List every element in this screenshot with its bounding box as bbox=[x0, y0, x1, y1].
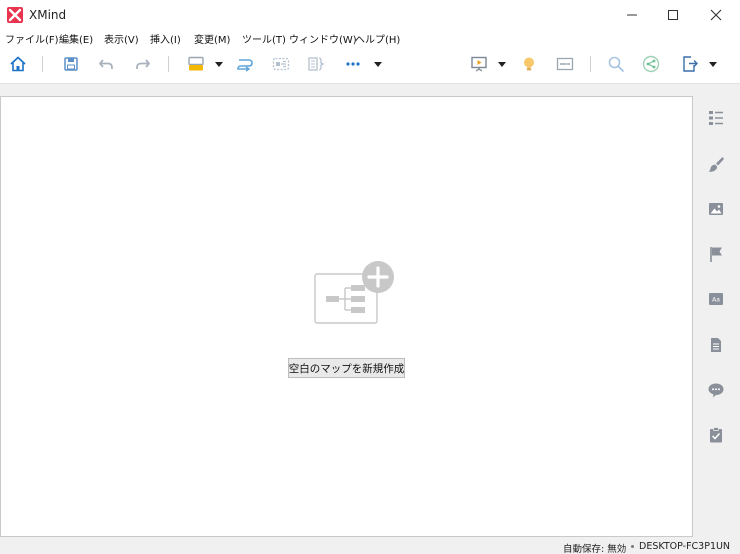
menu-help[interactable]: ヘルプ(H) bbox=[355, 31, 400, 46]
search-icon[interactable] bbox=[605, 53, 627, 75]
summary-icon[interactable] bbox=[305, 53, 327, 75]
menu-bar: ファイル(F) 編集(E) 表示(V) 挿入(I) 変更(M) ツール(T) ウ… bbox=[0, 30, 740, 46]
menu-file[interactable]: ファイル(F) bbox=[5, 31, 59, 46]
right-sidebar: Aa bbox=[694, 96, 740, 537]
xmind-logo-icon bbox=[7, 7, 23, 23]
export-dropdown-icon[interactable] bbox=[708, 58, 718, 70]
toolbar-separator bbox=[42, 56, 43, 72]
menu-edit[interactable]: 編集(E) bbox=[59, 31, 93, 46]
toolbar-separator bbox=[590, 56, 591, 72]
host-name: DESKTOP-FC3P1UN bbox=[639, 541, 731, 552]
toolbar bbox=[0, 46, 740, 84]
topic-style-dropdown-icon[interactable] bbox=[214, 58, 224, 70]
maximize-button[interactable] bbox=[652, 0, 694, 30]
marker-flag-icon[interactable] bbox=[705, 243, 727, 265]
status-bar: 自動保存: 無効 DESKTOP-FC3P1UN bbox=[0, 537, 740, 554]
close-button[interactable] bbox=[695, 0, 737, 30]
share-icon[interactable] bbox=[640, 53, 662, 75]
image-icon[interactable] bbox=[705, 198, 727, 220]
export-icon[interactable] bbox=[679, 53, 701, 75]
menu-view[interactable]: 表示(V) bbox=[104, 31, 139, 46]
home-icon[interactable] bbox=[7, 53, 29, 75]
boundary-icon[interactable] bbox=[270, 53, 292, 75]
relationship-icon[interactable] bbox=[234, 53, 256, 75]
minimize-button[interactable] bbox=[611, 0, 653, 30]
comments-icon[interactable] bbox=[705, 379, 727, 401]
undo-icon[interactable] bbox=[95, 53, 117, 75]
svg-text:Aa: Aa bbox=[712, 297, 720, 304]
notes-icon[interactable] bbox=[705, 334, 727, 356]
autosave-status[interactable]: 自動保存: 無効 bbox=[563, 541, 626, 554]
new-blank-map-button[interactable]: 空白のマップを新規作成 bbox=[288, 358, 405, 378]
outline-mode-icon[interactable] bbox=[554, 53, 576, 75]
new-map-illustration-icon bbox=[313, 260, 397, 326]
clipart-icon[interactable]: Aa bbox=[705, 288, 727, 310]
redo-icon[interactable] bbox=[132, 53, 154, 75]
brainstorm-icon[interactable] bbox=[518, 53, 540, 75]
status-dot-icon bbox=[631, 545, 634, 548]
toolbar-separator bbox=[168, 56, 169, 72]
topic-style-icon[interactable] bbox=[185, 53, 207, 75]
more-icon[interactable] bbox=[342, 53, 364, 75]
menu-insert[interactable]: 挿入(I) bbox=[150, 31, 181, 46]
presentation-dropdown-icon[interactable] bbox=[497, 58, 507, 70]
menu-window[interactable]: ウィンドウ(W) bbox=[289, 31, 357, 46]
outliner-icon[interactable] bbox=[705, 107, 727, 129]
menu-tools[interactable]: ツール(T) bbox=[242, 31, 286, 46]
menu-modify[interactable]: 変更(M) bbox=[194, 31, 230, 46]
title-bar: XMind bbox=[0, 0, 740, 30]
window-title: XMind bbox=[29, 8, 67, 22]
task-clipboard-icon[interactable] bbox=[705, 424, 727, 446]
format-brush-icon[interactable] bbox=[705, 153, 727, 175]
save-icon[interactable] bbox=[60, 53, 82, 75]
more-dropdown-icon[interactable] bbox=[373, 58, 383, 70]
presentation-icon[interactable] bbox=[468, 53, 490, 75]
